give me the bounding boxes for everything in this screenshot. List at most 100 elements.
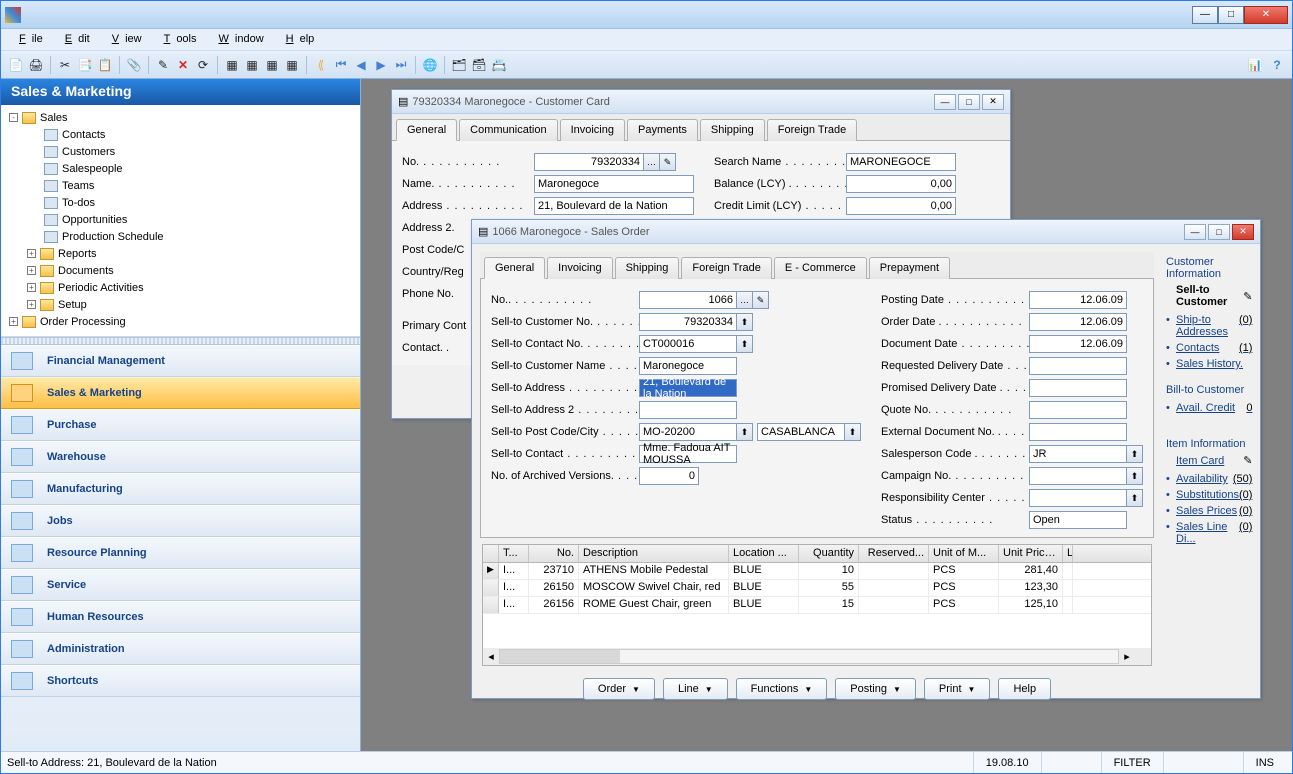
paste-icon[interactable]: 📋 (96, 56, 114, 74)
module-jobs[interactable]: Jobs (1, 505, 360, 537)
lookup-icon[interactable]: ⬆ (737, 335, 753, 353)
tree-teams[interactable]: Teams (1, 177, 360, 194)
help-icon[interactable]: ? (1268, 56, 1286, 74)
cc-no-lookup[interactable]: … (644, 153, 660, 171)
cc-tab-communication[interactable]: Communication (459, 119, 557, 141)
cc-addr-field[interactable]: 21, Boulevard de la Nation (534, 197, 694, 215)
cc-search-field[interactable]: MARONEGOCE (846, 153, 956, 171)
so-tab-prepayment[interactable]: Prepayment (869, 257, 950, 279)
grid2-icon[interactable]: ▦ (243, 56, 261, 74)
module-financial-management[interactable]: Financial Management (1, 345, 360, 377)
cc-tab-payments[interactable]: Payments (627, 119, 698, 141)
cc-name-field[interactable]: Maronegoce (534, 175, 694, 193)
so-close-button[interactable]: ✕ (1232, 224, 1254, 240)
cut-icon[interactable]: ✂ (56, 56, 74, 74)
so-right-field[interactable] (1029, 467, 1127, 485)
titlebar[interactable]: — □ ✕ (1, 1, 1292, 29)
edit-icon[interactable]: ✎ (753, 291, 769, 309)
order-button[interactable]: Order▼ (583, 678, 655, 700)
module-manufacturing[interactable]: Manufacturing (1, 473, 360, 505)
module-warehouse[interactable]: Warehouse (1, 441, 360, 473)
print-button[interactable]: Print▼ (924, 678, 991, 700)
refresh-icon[interactable]: ⟳ (194, 56, 212, 74)
grid-row[interactable]: I...26150MOSCOW Swivel Chair, redBLUE55P… (483, 580, 1151, 597)
cc-tab-general[interactable]: General (396, 119, 457, 141)
cc-close-button[interactable]: ✕ (982, 94, 1004, 110)
lookup-icon[interactable]: ⬆ (737, 423, 753, 441)
so-left-field[interactable]: 0 (639, 467, 699, 485)
so-left-field[interactable]: Maronegoce (639, 357, 737, 375)
item-card-link[interactable]: Item Card (1176, 455, 1224, 467)
sales-lines-grid[interactable]: T...No.DescriptionLocation ...QuantityRe… (482, 544, 1152, 666)
grid1-icon[interactable]: ▦ (223, 56, 241, 74)
tree-to-dos[interactable]: To-dos (1, 194, 360, 211)
tree-production-schedule[interactable]: Production Schedule (1, 228, 360, 245)
copy-icon[interactable]: 📑 (76, 56, 94, 74)
lookup-icon[interactable]: ⬆ (1127, 489, 1143, 507)
grid3-icon[interactable]: ▦ (263, 56, 281, 74)
so-left-field[interactable]: MO-20200 (639, 423, 737, 441)
misc2-icon[interactable]: 🗃 (470, 56, 488, 74)
item-edit-icon[interactable]: ✎ (1243, 454, 1252, 467)
new-icon[interactable]: 📄 (7, 56, 25, 74)
info-link-ship-to-addresses[interactable]: •Ship-to Addresses(0) (1166, 312, 1256, 340)
so-left-field[interactable]: 1066 (639, 291, 737, 309)
cc-maximize-button[interactable]: □ (958, 94, 980, 110)
cc-credit-field[interactable]: 0,00 (846, 197, 956, 215)
so-left-field[interactable]: 79320334 (639, 313, 737, 331)
close-button[interactable]: ✕ (1244, 6, 1288, 24)
line-button[interactable]: Line▼ (663, 678, 728, 700)
menu-view[interactable]: View (100, 31, 148, 48)
customer-card-titlebar[interactable]: ▤ 79320334 Maronegoce - Customer Card — … (392, 90, 1010, 114)
tree-contacts[interactable]: Contacts (1, 126, 360, 143)
so-right-field[interactable] (1029, 489, 1127, 507)
nav-prev2-icon[interactable]: ⟪ (312, 56, 330, 74)
module-sales-marketing[interactable]: Sales & Marketing (1, 377, 360, 409)
tree-sales[interactable]: -Sales (1, 109, 360, 126)
lookup-icon[interactable]: … (737, 291, 753, 309)
cc-tab-foreign-trade[interactable]: Foreign Trade (767, 119, 857, 141)
nav-next-icon[interactable]: ▶ (372, 56, 390, 74)
attach-icon[interactable]: 📎 (125, 56, 143, 74)
so-right-field[interactable]: Open (1029, 511, 1127, 529)
gripper[interactable] (1, 337, 360, 345)
maximize-button[interactable]: □ (1218, 6, 1244, 24)
lookup-icon[interactable]: ⬆ (1127, 445, 1143, 463)
cc-no-field[interactable]: 79320334 (534, 153, 644, 171)
so-tab-invoicing[interactable]: Invoicing (547, 257, 612, 279)
info-link-contacts[interactable]: •Contacts(1) (1166, 340, 1256, 356)
cc-no-edit-icon[interactable]: ✎ (660, 153, 676, 171)
help-button[interactable]: Help (998, 678, 1051, 700)
chart-icon[interactable]: 📊 (1246, 56, 1264, 74)
so-right-field[interactable] (1029, 401, 1127, 419)
so-minimize-button[interactable]: — (1184, 224, 1206, 240)
info-link-sales-prices[interactable]: •Sales Prices(0) (1166, 503, 1256, 519)
tree-salespeople[interactable]: Salespeople (1, 160, 360, 177)
info-link-availability[interactable]: •Availability(50) (1166, 471, 1256, 487)
nav-prev-icon[interactable]: ◀ (352, 56, 370, 74)
module-resource-planning[interactable]: Resource Planning (1, 537, 360, 569)
lookup-icon[interactable]: ⬆ (845, 423, 861, 441)
tree-periodic-activities[interactable]: +Periodic Activities (1, 279, 360, 296)
info-link-sales-history-[interactable]: •Sales History. (1166, 356, 1256, 372)
cc-tab-invoicing[interactable]: Invoicing (560, 119, 625, 141)
cc-minimize-button[interactable]: — (934, 94, 956, 110)
so-maximize-button[interactable]: □ (1208, 224, 1230, 240)
info-link-substitutions[interactable]: •Substitutions(0) (1166, 487, 1256, 503)
horizontal-scrollbar[interactable]: ◂ ▸ (483, 648, 1151, 665)
pencil-icon[interactable]: ✎ (154, 56, 172, 74)
so-left-field[interactable]: 21, Boulevard de la Nation (639, 379, 737, 397)
menu-file[interactable]: File (7, 31, 49, 48)
lookup-icon[interactable]: ⬆ (1127, 467, 1143, 485)
print-icon[interactable]: 🖨 (27, 56, 45, 74)
tree-reports[interactable]: +Reports (1, 245, 360, 262)
so-left-field[interactable]: CT000016 (639, 335, 737, 353)
cc-balance-field[interactable]: 0,00 (846, 175, 956, 193)
so-left-field[interactable] (639, 401, 737, 419)
sales-order-window[interactable]: ▤ 1066 Maronegoce - Sales Order — □ ✕ Ge… (471, 219, 1261, 699)
posting-button[interactable]: Posting▼ (835, 678, 916, 700)
so-right-field[interactable] (1029, 357, 1127, 375)
module-service[interactable]: Service (1, 569, 360, 601)
so-tab-e-commerce[interactable]: E - Commerce (774, 257, 867, 279)
so-right-field[interactable] (1029, 379, 1127, 397)
